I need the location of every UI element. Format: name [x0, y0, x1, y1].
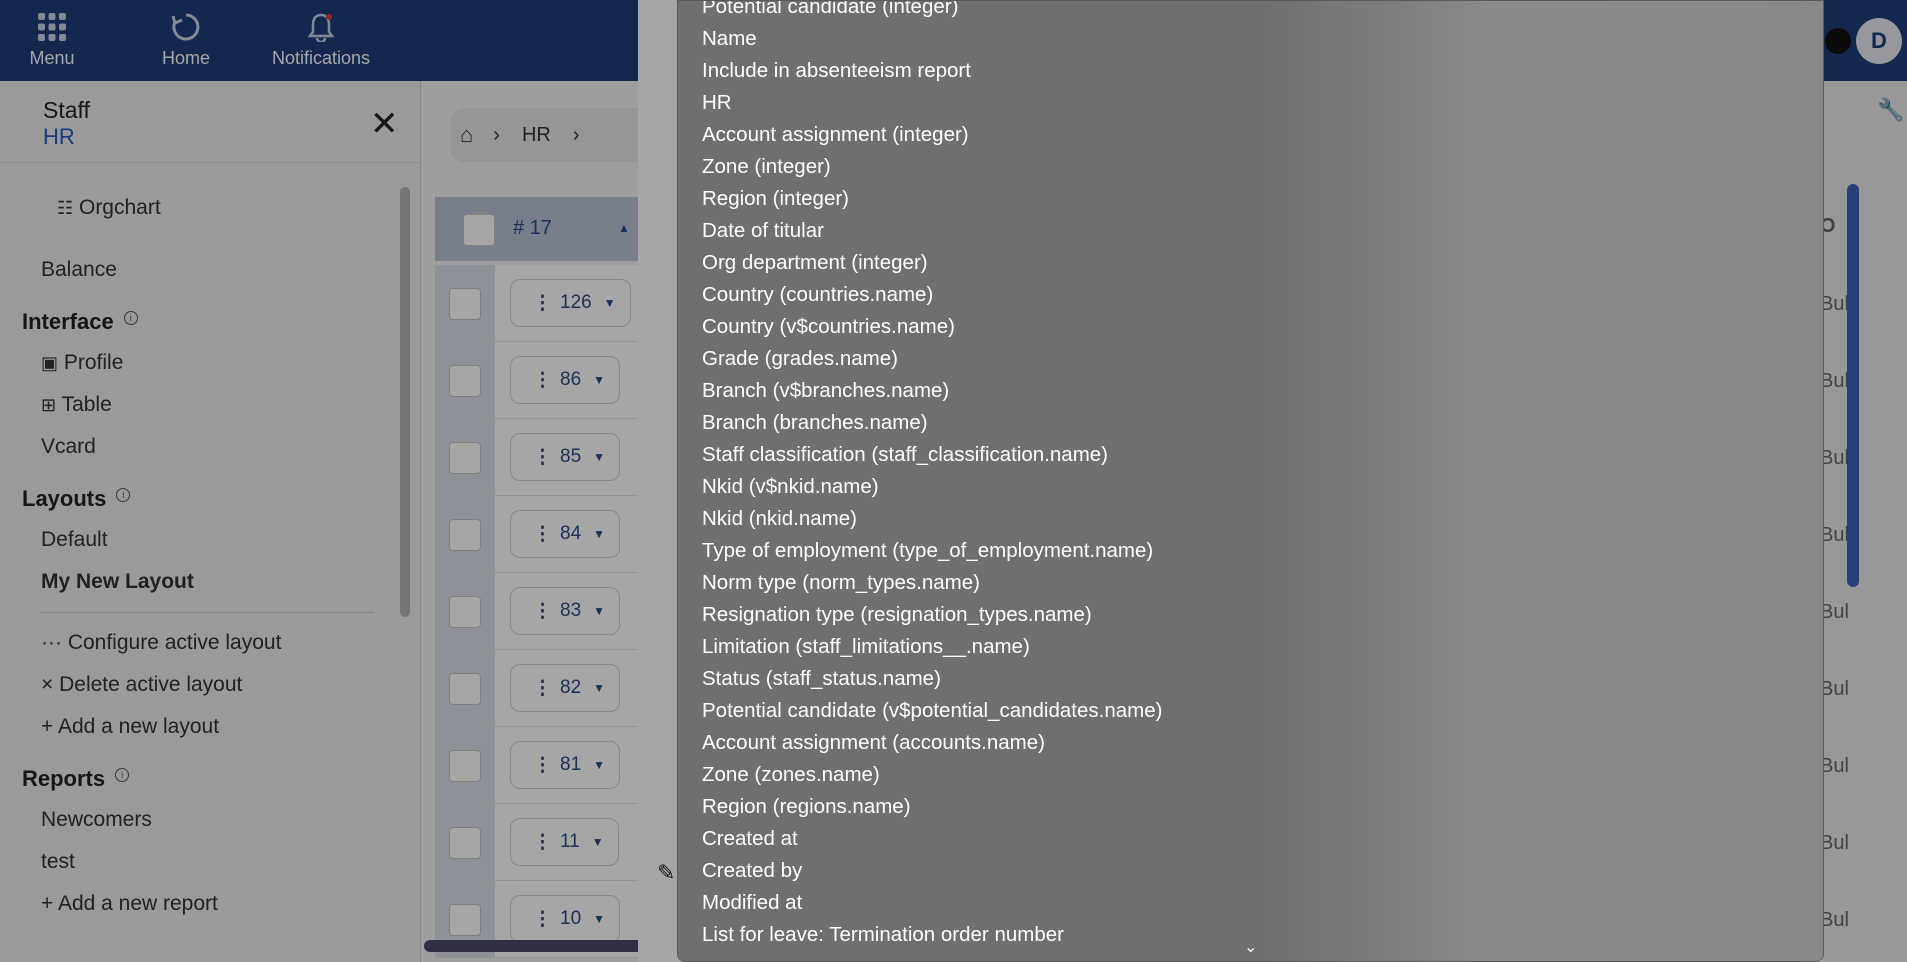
dropdown-option[interactable]: Date of titular — [702, 215, 1162, 247]
dropdown-option[interactable]: Staff classification (staff_classificati… — [702, 439, 1162, 471]
dropdown-option[interactable]: Region (regions.name) — [702, 791, 1162, 823]
dropdown-option[interactable]: Created at — [702, 823, 1162, 855]
dropdown-option[interactable]: Include in absenteeism report — [702, 55, 1162, 87]
dropdown-option[interactable]: List for leave: Termination order number — [702, 919, 1162, 951]
dropdown-option[interactable]: Type of employment (type_of_employment.n… — [702, 535, 1162, 567]
dropdown-option[interactable]: Norm type (norm_types.name) — [702, 567, 1162, 599]
dropdown-option[interactable]: Account assignment (integer) — [702, 119, 1162, 151]
dropdown-option[interactable]: Country (v$countries.name) — [702, 311, 1162, 343]
dropdown-blur-overlay — [1268, 1, 1823, 961]
dropdown-option[interactable]: Zone (zones.name) — [702, 759, 1162, 791]
dropdown-option[interactable]: Nkid (nkid.name) — [702, 503, 1162, 535]
scroll-down-icon[interactable]: ⌄ — [1244, 937, 1257, 957]
dropdown-option[interactable]: Account assignment (accounts.name) — [702, 727, 1162, 759]
dropdown-option[interactable]: HR — [702, 87, 1162, 119]
dropdown-option[interactable]: Branch (branches.name) — [702, 407, 1162, 439]
dropdown-option[interactable]: Country (countries.name) — [702, 279, 1162, 311]
dropdown-option[interactable]: Nkid (v$nkid.name) — [702, 471, 1162, 503]
dropdown-option[interactable]: Created by — [702, 855, 1162, 887]
dropdown-option[interactable]: Potential candidate (integer) — [702, 1, 1162, 23]
dropdown-option[interactable]: Branch (v$branches.name) — [702, 375, 1162, 407]
dropdown-option[interactable]: Zone (integer) — [702, 151, 1162, 183]
dropdown-option[interactable]: Region (integer) — [702, 183, 1162, 215]
dropdown-options: Potential candidate (integer) Name Inclu… — [702, 1, 1162, 951]
dropdown-option[interactable]: Potential candidate (v$potential_candida… — [702, 695, 1162, 727]
dropdown-option[interactable]: Grade (grades.name) — [702, 343, 1162, 375]
column-select-dropdown[interactable]: Potential candidate (integer) Name Inclu… — [677, 0, 1824, 962]
dropdown-option[interactable]: Status (staff_status.name) — [702, 663, 1162, 695]
dropdown-option[interactable]: Resignation type (resignation_types.name… — [702, 599, 1162, 631]
dropdown-option[interactable]: Modified at — [702, 887, 1162, 919]
dropdown-option[interactable]: Name — [702, 23, 1162, 55]
dropdown-option[interactable]: Limitation (staff_limitations__.name) — [702, 631, 1162, 663]
dropdown-option[interactable]: Org department (integer) — [702, 247, 1162, 279]
